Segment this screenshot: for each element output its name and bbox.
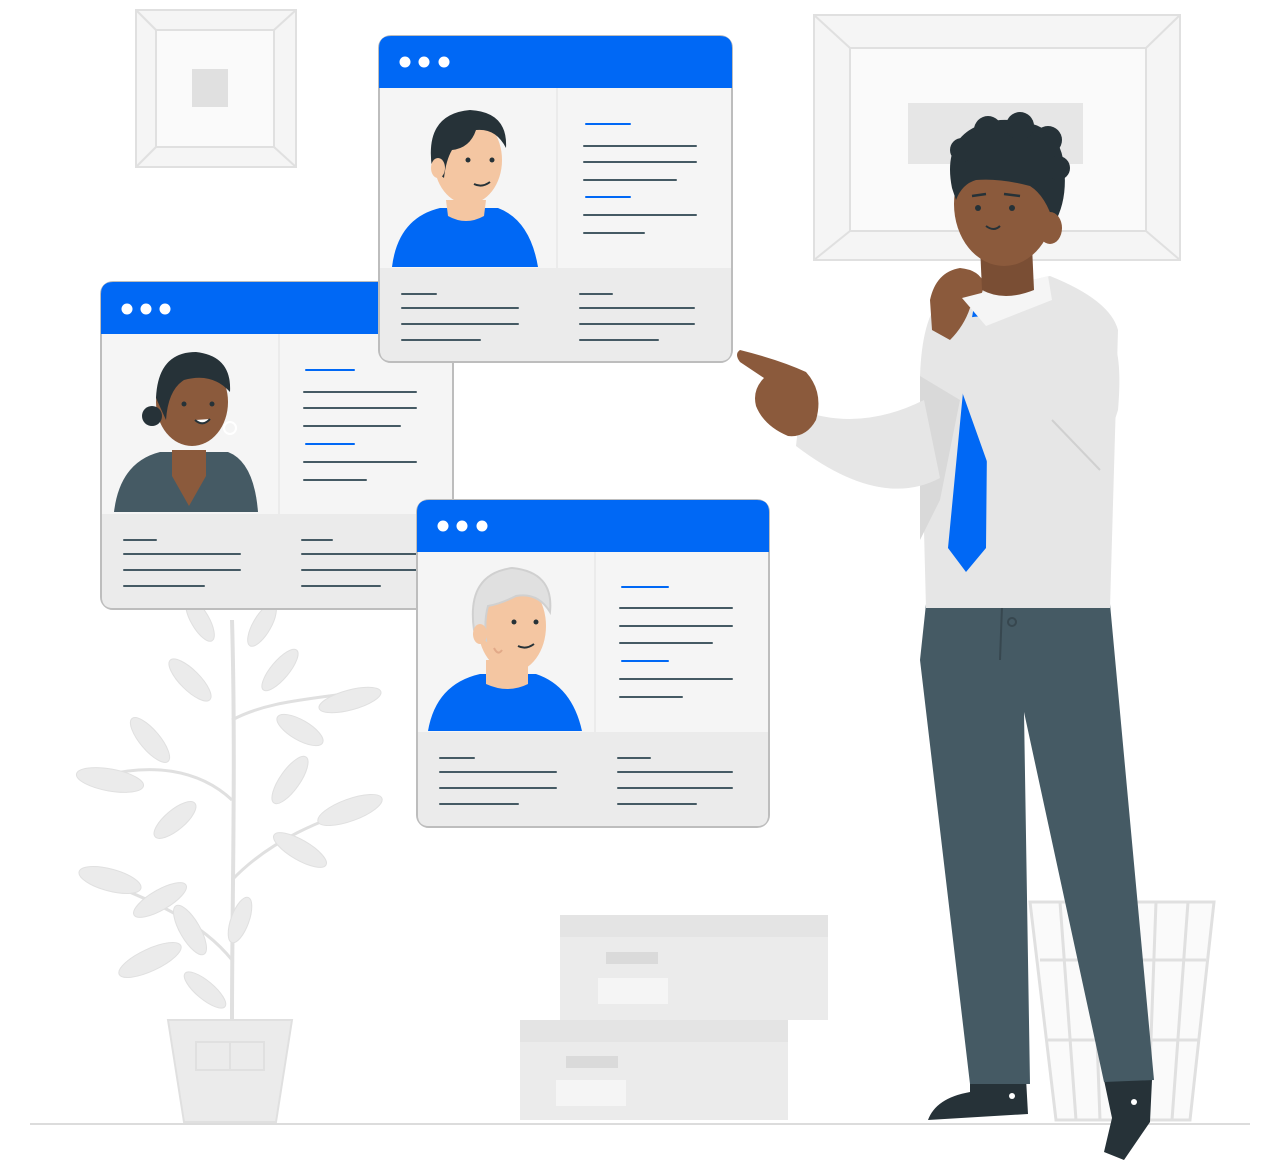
pointing-arm [796,400,940,489]
plant-icon [75,598,383,1123]
profile-card-young-man[interactable] [378,35,733,363]
window-dots-icon [437,520,488,532]
small-picture-frame-icon [135,9,297,168]
storage-box-icon [520,915,828,1120]
pointing-hand [737,350,819,437]
profile-card-older-man[interactable] [416,499,770,828]
left-shoe [928,1078,1028,1120]
pants [920,604,1154,1084]
illustration-scene [30,9,1250,1160]
window-dots-icon [399,56,450,68]
window-dots-icon [121,303,171,315]
